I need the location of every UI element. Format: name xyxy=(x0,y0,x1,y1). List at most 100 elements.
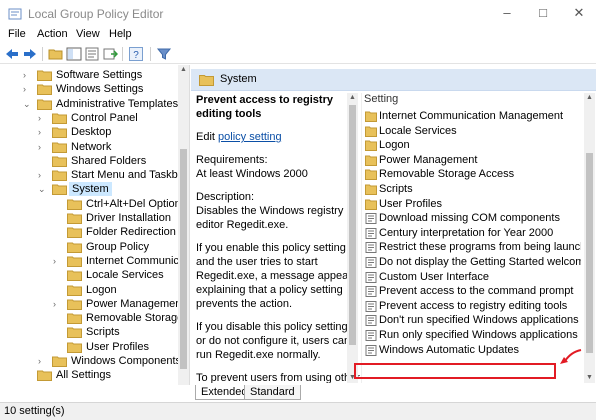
tree-item-label: All Settings xyxy=(56,369,112,382)
tree-item-label: Locale Services xyxy=(86,269,164,282)
menu-file[interactable]: File xyxy=(8,28,26,40)
show-tree-icon[interactable] xyxy=(66,46,82,62)
menu-action[interactable]: Action xyxy=(37,28,68,40)
expand-arrow-icon[interactable]: › xyxy=(23,82,33,96)
expand-arrow-icon xyxy=(23,368,33,382)
extended-description: Prevent access to registry editing tools… xyxy=(196,93,360,383)
folder-icon xyxy=(52,113,67,124)
expand-arrow-icon xyxy=(53,197,63,211)
expand-arrow-icon[interactable]: › xyxy=(38,125,48,139)
filter-icon[interactable] xyxy=(156,46,172,62)
expand-arrow-icon[interactable]: › xyxy=(23,68,33,82)
minimize-icon[interactable]: – xyxy=(492,4,522,22)
list-scrollbar[interactable]: ▲ ▼ xyxy=(584,93,595,383)
folder-icon xyxy=(52,184,67,196)
menu-help[interactable]: Help xyxy=(109,28,132,40)
view-tabs: Extended Standard xyxy=(191,385,596,400)
tree-item-label: Logon xyxy=(86,283,117,296)
folder-icon xyxy=(52,356,67,367)
setting-row[interactable]: Removable Storage Access xyxy=(362,167,581,182)
setting-row[interactable]: Prevent access to the command prompt xyxy=(362,284,581,299)
folder-icon xyxy=(67,327,82,339)
setting-row[interactable]: Logon xyxy=(362,138,581,153)
tree-item-label: Power Management xyxy=(86,297,185,310)
policy-setting-icon xyxy=(365,344,377,356)
folder-icon xyxy=(365,140,377,152)
details-header: System xyxy=(191,69,596,91)
folder-icon xyxy=(67,313,82,325)
menu-view[interactable]: View xyxy=(76,28,100,40)
expand-arrow-icon[interactable]: › xyxy=(53,254,63,268)
tree-item-label: Driver Installation xyxy=(86,212,171,224)
policy-setting-icon xyxy=(365,300,377,312)
policy-setting-icon xyxy=(365,227,377,239)
setting-row[interactable]: Century interpretation for Year 2000 xyxy=(362,226,581,241)
tree-item-label: Windows Components xyxy=(71,355,182,367)
scroll-up-icon[interactable]: ▲ xyxy=(347,93,358,103)
scroll-down-icon[interactable]: ▼ xyxy=(584,373,595,383)
navigation-tree: › Software Settings › Windows Settings ⌄ Admi… xyxy=(0,65,190,385)
setting-row[interactable]: Power Management xyxy=(362,153,581,168)
folder-icon xyxy=(52,170,67,182)
tree-item-label: Administrative Templates xyxy=(56,97,179,110)
disable-paragraph: If you disable this policy setting or do… xyxy=(196,321,351,361)
toolbar: ? xyxy=(0,44,596,64)
tree-item-label: Control Panel xyxy=(71,111,138,124)
tree-item-label: Software Settings xyxy=(56,69,143,81)
expand-arrow-icon[interactable]: › xyxy=(38,111,48,125)
scroll-up-icon[interactable]: ▲ xyxy=(584,93,595,103)
tree-scrollbar[interactable]: ▲ xyxy=(178,65,189,385)
policy-setting-icon xyxy=(365,315,377,327)
description-scrollbar[interactable]: ▲ ▼ xyxy=(347,93,358,383)
setting-row[interactable]: Custom User Interface xyxy=(362,270,581,285)
tree-item-label: Start Menu and Taskbar xyxy=(71,169,188,182)
column-header-setting[interactable]: Setting xyxy=(364,93,398,107)
highlight-annotation xyxy=(354,363,556,379)
tree-item-label: User Profiles xyxy=(86,340,149,353)
folder-icon xyxy=(67,227,82,239)
close-icon[interactable]: ✕ xyxy=(564,4,594,22)
setting-row[interactable]: User Profiles xyxy=(362,197,581,212)
tab-standard[interactable]: Standard xyxy=(244,385,301,400)
enable-paragraph: If you enable this policy setting and th… xyxy=(196,242,358,310)
setting-label: Logon xyxy=(379,139,410,152)
setting-row[interactable]: Internet Communication Management xyxy=(362,109,581,124)
setting-row[interactable]: Do not display the Getting Started welco… xyxy=(362,255,581,270)
setting-label: Prevent access to the command prompt xyxy=(379,285,574,298)
folder-icon xyxy=(52,127,67,139)
properties-icon[interactable] xyxy=(84,46,100,62)
setting-label: Power Management xyxy=(379,153,478,166)
setting-row[interactable]: Locale Services xyxy=(362,124,581,139)
setting-row[interactable]: Restrict these programs from being launc… xyxy=(362,240,581,255)
export-list-icon[interactable] xyxy=(102,46,118,62)
setting-row[interactable]: Download missing COM components xyxy=(362,211,581,226)
folder-icon xyxy=(52,142,67,153)
expand-arrow-icon[interactable]: › xyxy=(38,168,48,182)
edit-policy-link[interactable]: policy setting xyxy=(218,131,282,143)
tree-item-label: Removable Storage A xyxy=(86,312,190,325)
maximize-icon[interactable]: □ xyxy=(528,4,558,22)
expand-arrow-icon[interactable]: › xyxy=(38,140,48,154)
folder-icon xyxy=(67,299,82,310)
setting-label: Locale Services xyxy=(379,124,457,137)
expand-arrow-icon xyxy=(53,211,63,225)
expand-arrow-icon[interactable]: › xyxy=(38,354,48,368)
setting-row[interactable]: Windows Automatic Updates xyxy=(362,343,581,358)
setting-row[interactable]: Prevent access to registry editing tools xyxy=(362,299,581,314)
scroll-up-icon[interactable]: ▲ xyxy=(178,65,189,75)
up-folder-icon[interactable] xyxy=(48,46,64,62)
collapse-arrow-icon[interactable]: ⌄ xyxy=(23,97,33,111)
setting-label: Century interpretation for Year 2000 xyxy=(379,226,554,239)
forward-arrow-icon[interactable] xyxy=(22,46,38,62)
policy-setting-icon xyxy=(365,213,377,225)
collapse-arrow-icon[interactable]: ⌄ xyxy=(38,182,48,196)
setting-row[interactable]: Scripts xyxy=(362,182,581,197)
setting-row[interactable]: Don't run specified Windows applications xyxy=(362,313,581,328)
policy-setting-icon xyxy=(365,286,377,298)
folder-icon xyxy=(365,111,377,122)
setting-row[interactable]: Run only specified Windows applications xyxy=(362,328,581,343)
help-icon[interactable]: ? xyxy=(128,46,144,62)
policy-setting-icon xyxy=(365,242,377,254)
back-arrow-icon[interactable] xyxy=(4,46,20,62)
expand-arrow-icon[interactable]: › xyxy=(53,297,63,311)
